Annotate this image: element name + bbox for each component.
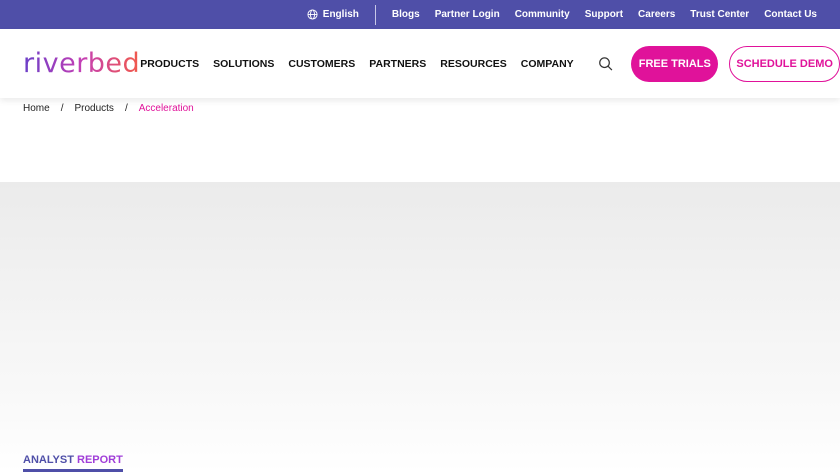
free-trials-button[interactable]: FREE TRIALS: [631, 45, 719, 82]
link-contact-us[interactable]: Contact Us: [764, 9, 817, 20]
breadcrumb-separator: /: [60, 103, 64, 114]
nav-products[interactable]: PRODUCTS: [140, 58, 199, 70]
hero-banner: [0, 182, 840, 472]
nav-company[interactable]: COMPANY: [521, 58, 574, 70]
search-icon[interactable]: [598, 55, 614, 73]
nav-customers[interactable]: CUSTOMERS: [288, 58, 355, 70]
riverbed-logo[interactable]: riverbed: [23, 48, 140, 79]
label-part-analyst: ANALYST: [23, 454, 74, 466]
main-nav: PRODUCTS SOLUTIONS CUSTOMERS PARTNERS RE…: [140, 58, 573, 70]
utility-bar: English Blogs Partner Login Community Su…: [0, 0, 840, 29]
globe-icon: [307, 9, 318, 20]
main-header: riverbed PRODUCTS SOLUTIONS CUSTOMERS PA…: [0, 29, 840, 98]
breadcrumb-current: Acceleration: [138, 103, 194, 114]
schedule-demo-button[interactable]: SCHEDULE DEMO: [729, 45, 840, 82]
link-trust-center[interactable]: Trust Center: [690, 9, 749, 20]
breadcrumb-separator: /: [124, 103, 128, 114]
label-part-report: REPORT: [77, 454, 123, 466]
breadcrumb-home[interactable]: Home: [23, 103, 50, 114]
breadcrumb: Home / Products / Acceleration: [23, 103, 194, 114]
link-community[interactable]: Community: [515, 9, 570, 20]
language-selector[interactable]: English: [307, 4, 376, 25]
analyst-report-label: ANALYST REPORT: [23, 454, 123, 472]
nav-solutions[interactable]: SOLUTIONS: [213, 58, 274, 70]
nav-partners[interactable]: PARTNERS: [369, 58, 426, 70]
link-partner-login[interactable]: Partner Login: [435, 9, 500, 20]
link-support[interactable]: Support: [585, 9, 623, 20]
breadcrumb-products[interactable]: Products: [74, 103, 113, 114]
nav-resources[interactable]: RESOURCES: [440, 58, 507, 70]
link-blogs[interactable]: Blogs: [392, 9, 420, 20]
link-careers[interactable]: Careers: [638, 9, 675, 20]
language-label: English: [322, 9, 359, 20]
